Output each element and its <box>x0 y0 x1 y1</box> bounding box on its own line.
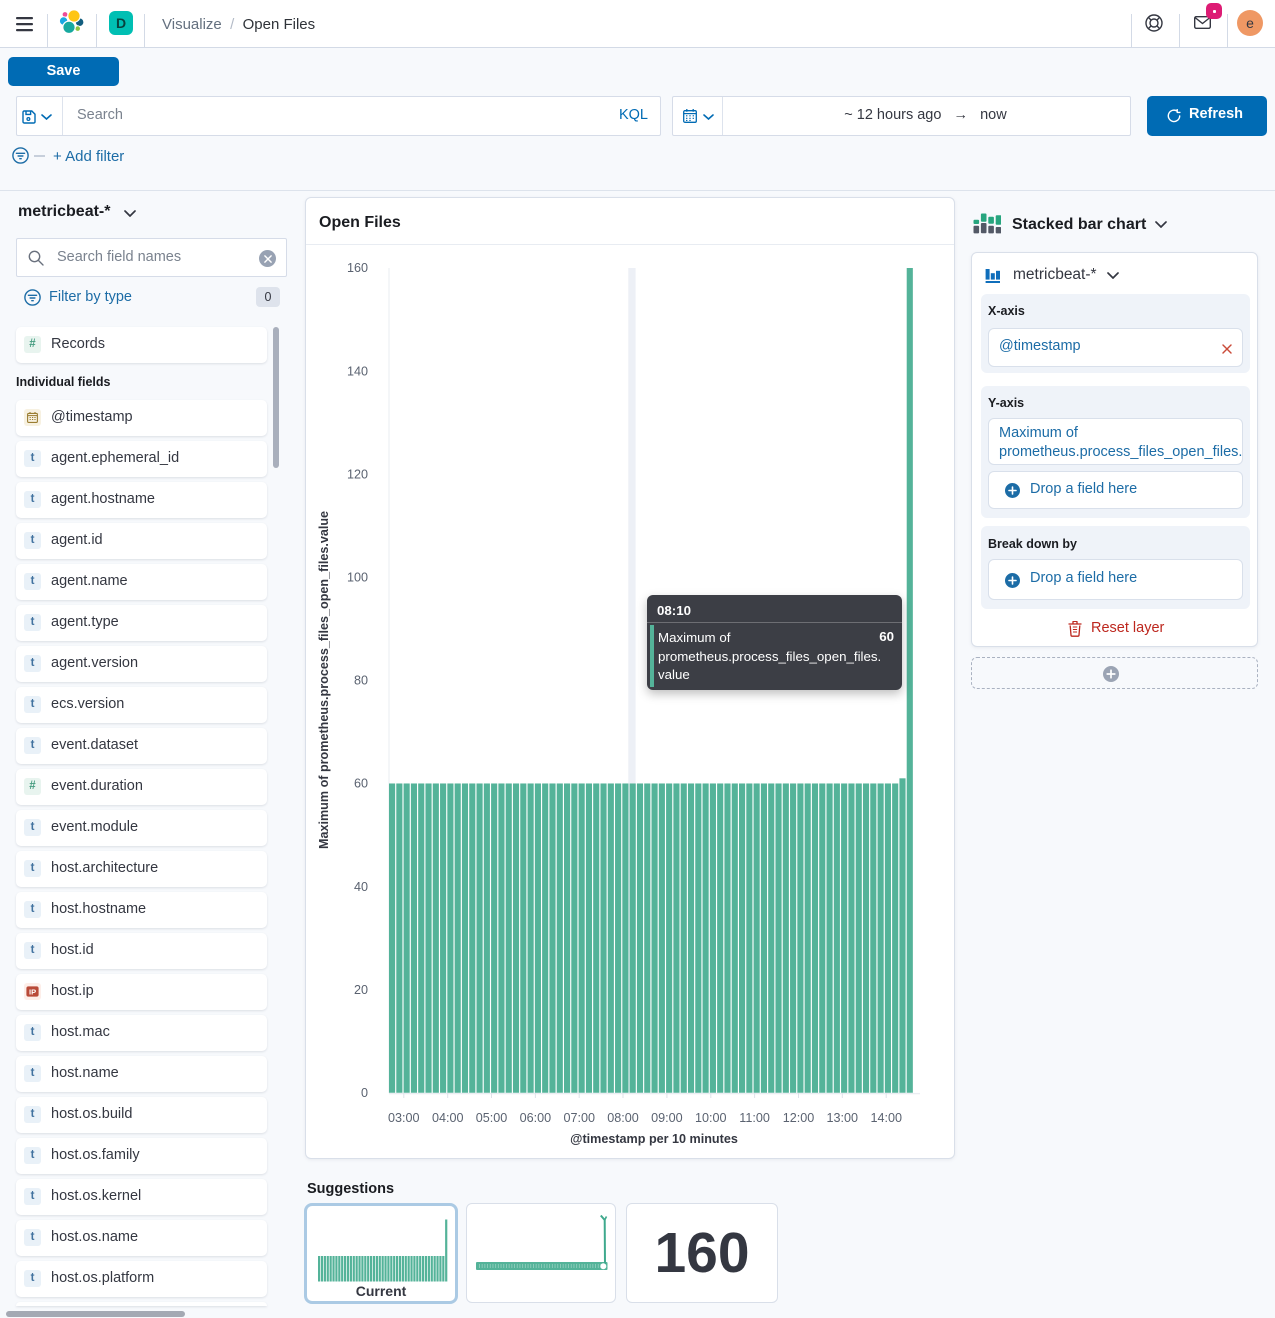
svg-text:20: 20 <box>354 983 368 997</box>
svg-text:60: 60 <box>354 777 368 791</box>
svg-text:05:00: 05:00 <box>476 1111 508 1125</box>
svg-text:140: 140 <box>347 364 368 378</box>
svg-text:100: 100 <box>347 571 368 585</box>
svg-text:160: 160 <box>347 261 368 275</box>
svg-text:@timestamp per 10 minutes: @timestamp per 10 minutes <box>570 1132 738 1146</box>
svg-text:14:00: 14:00 <box>870 1111 902 1125</box>
svg-text:12:00: 12:00 <box>783 1111 815 1125</box>
svg-text:07:00: 07:00 <box>563 1111 595 1125</box>
svg-text:03:00: 03:00 <box>388 1111 420 1125</box>
svg-text:11:00: 11:00 <box>739 1111 770 1125</box>
svg-text:40: 40 <box>354 880 368 894</box>
svg-text:06:00: 06:00 <box>520 1111 552 1125</box>
svg-text:0: 0 <box>361 1086 368 1100</box>
svg-text:Maximum of prometheus.process_: Maximum of prometheus.process_files_open… <box>317 511 331 849</box>
svg-text:120: 120 <box>347 467 368 481</box>
svg-text:IP: IP <box>29 987 36 996</box>
svg-text:80: 80 <box>354 674 368 688</box>
svg-text:09:00: 09:00 <box>651 1111 683 1125</box>
svg-text:10:00: 10:00 <box>695 1111 727 1125</box>
svg-text:13:00: 13:00 <box>827 1111 859 1125</box>
svg-text:08:00: 08:00 <box>607 1111 639 1125</box>
svg-text:04:00: 04:00 <box>432 1111 464 1125</box>
